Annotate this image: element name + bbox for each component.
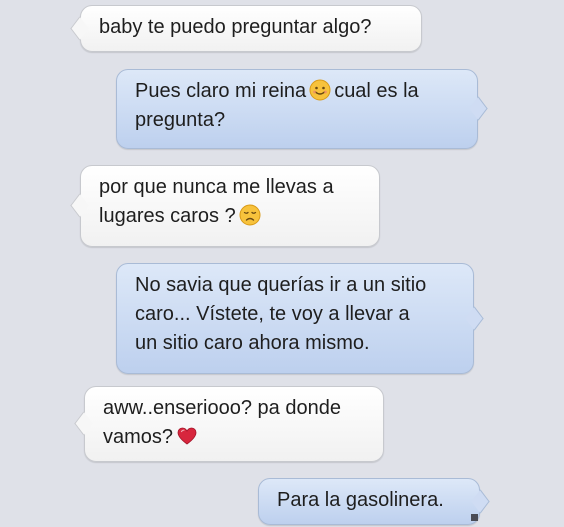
message-text: vamos? [103,426,174,448]
message-text: un sitio caro ahora mismo. [135,332,370,354]
message-text: cual es la [334,80,419,102]
sad-face-emoji-icon [239,204,261,226]
smiling-face-emoji-icon [309,79,331,101]
red-heart-emoji-icon [177,427,197,445]
message-bubble-outgoing[interactable]: No savia que querías ir a un sitio caro.… [116,263,474,374]
message-bubble-outgoing[interactable]: Pues claro mi reina cual es la pregunta? [116,69,478,149]
message-bubble-incoming[interactable]: baby te puedo preguntar algo? [80,5,422,52]
message-text: por que nunca me llevas a [99,176,334,198]
message-text: aww..enseriooo? pa donde [103,397,341,419]
message-text: caro... Vístete, te voy a llevar a [135,303,410,325]
chat-thread: baby te puedo preguntar algo? Pues claro… [0,0,564,527]
message-text: No savia que querías ir a un sitio [135,274,427,296]
message-bubble-outgoing[interactable]: Para la gasolinera. [258,478,480,525]
message-text: lugares caros ? [99,205,236,227]
message-text: Pues claro mi reina [135,80,307,102]
message-text: Para la gasolinera. [277,489,444,511]
message-text-line: Pues claro mi reina cual es la [135,77,461,106]
message-text: baby te puedo preguntar algo? [99,16,372,38]
message-text-line: lugares caros ? [99,202,363,231]
message-bubble-incoming[interactable]: por que nunca me llevas a lugares caros … [80,165,380,247]
message-text: pregunta? [135,109,226,131]
resize-grip-icon [471,514,478,521]
message-bubble-incoming[interactable]: aww..enseriooo? pa donde vamos? [84,386,384,462]
message-text-line: vamos? [103,423,367,452]
